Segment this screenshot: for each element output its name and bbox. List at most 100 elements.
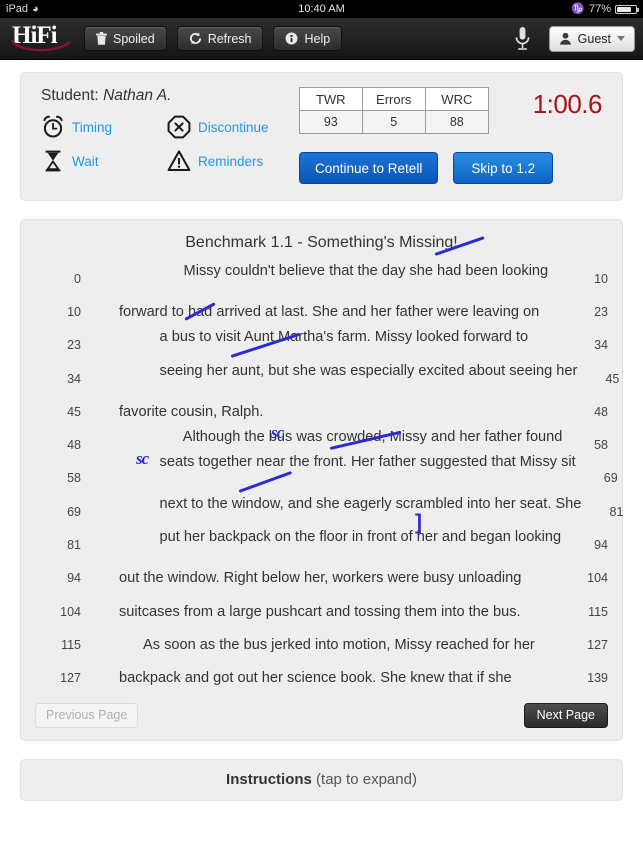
hifi-logo: HiFi bbox=[10, 22, 71, 56]
passage-line[interactable]: 115 As soon as the bus jerked into motio… bbox=[35, 628, 608, 661]
line-start-count: 23 bbox=[67, 338, 81, 353]
student-label: Student: bbox=[41, 87, 99, 104]
instructions-title: Instructions bbox=[226, 771, 312, 789]
reminders-label: Reminders bbox=[198, 153, 264, 169]
timer-display: 1:00.6 bbox=[532, 89, 603, 119]
line-end-count: 139 bbox=[587, 671, 608, 686]
line-start-count: 34 bbox=[67, 371, 81, 386]
main-content: Student: Nathan A. Timing Discontinue Wa… bbox=[0, 60, 643, 801]
line-end-count: 10 bbox=[594, 271, 608, 286]
status-clock: 10:40 AM bbox=[298, 3, 345, 15]
score-header-row: TWR Errors WRC bbox=[299, 87, 489, 111]
status-right: ♑ 77% bbox=[571, 2, 639, 15]
hourglass-icon bbox=[45, 150, 61, 172]
self-correct-mark: sc bbox=[136, 449, 149, 469]
next-page-button[interactable]: Next Page bbox=[523, 702, 608, 728]
line-start-count: 0 bbox=[74, 271, 81, 286]
passage-line[interactable]: 81 put her backpack on the floor in fron… bbox=[35, 511, 608, 561]
wait-action[interactable]: Wait bbox=[41, 149, 167, 173]
timing-action[interactable]: Timing bbox=[41, 115, 167, 139]
passage-line[interactable]: 127 backpack and got out her science boo… bbox=[35, 662, 608, 695]
session-panel: Student: Nathan A. Timing Discontinue Wa… bbox=[20, 72, 623, 201]
line-end-count: 127 bbox=[587, 637, 608, 652]
logo-swoosh-icon bbox=[10, 38, 71, 51]
line-start-count: 45 bbox=[67, 404, 81, 419]
line-start-count: 81 bbox=[67, 538, 81, 553]
line-start-count: 58 bbox=[67, 471, 81, 486]
score-header-errors: Errors bbox=[361, 87, 426, 111]
score-header-twr: TWR bbox=[299, 87, 363, 111]
battery-icon bbox=[615, 4, 639, 14]
session-right-column: TWR Errors WRC 93 5 88 1:00.6 Continue t… bbox=[293, 87, 603, 184]
passage-panel: Benchmark 1.1 - Something's Missing! 0 M… bbox=[20, 219, 623, 741]
student-line: Student: Nathan A. bbox=[41, 87, 293, 105]
app-navbar: HiFi Spoiled Refresh Help Guest bbox=[0, 18, 643, 60]
chevron-down-icon bbox=[617, 36, 625, 41]
line-end-count: 94 bbox=[594, 538, 608, 553]
score-value-errors: 5 bbox=[361, 110, 426, 134]
line-end-count: 48 bbox=[594, 404, 608, 419]
wait-label: Wait bbox=[72, 153, 99, 169]
line-start-count: 115 bbox=[61, 637, 81, 652]
trash-icon bbox=[96, 32, 107, 45]
student-name: Nathan A. bbox=[103, 87, 172, 104]
user-label: Guest bbox=[577, 31, 611, 46]
line-start-count: 104 bbox=[60, 604, 81, 619]
discontinue-action[interactable]: Discontinue bbox=[167, 115, 293, 139]
line-text: out the window. Right below her, workers… bbox=[119, 570, 522, 587]
line-start-count: 69 bbox=[67, 504, 81, 519]
line-start-count: 10 bbox=[67, 304, 81, 319]
line-text: suitcases from a large pushcart and toss… bbox=[119, 603, 521, 620]
refresh-label: Refresh bbox=[207, 31, 252, 46]
refresh-button[interactable]: Refresh bbox=[176, 26, 264, 51]
warning-triangle-icon bbox=[167, 150, 191, 171]
instructions-panel[interactable]: Instructions (tap to expand) bbox=[20, 758, 623, 801]
line-end-count: 45 bbox=[605, 371, 620, 386]
ios-status-bar: iPad ◕ 10:40 AM ♑ 77% bbox=[0, 0, 643, 18]
user-menu-button[interactable]: Guest bbox=[548, 25, 635, 52]
pager: Previous Page Next Page bbox=[35, 702, 608, 728]
previous-page-button[interactable]: Previous Page bbox=[35, 702, 139, 728]
discontinue-label: Discontinue bbox=[198, 119, 269, 135]
help-label: Help bbox=[304, 31, 331, 46]
passage-line[interactable]: 104 suitcases from a large pushcart and … bbox=[35, 595, 608, 628]
continue-to-retell-button[interactable]: Continue to Retell bbox=[299, 152, 439, 184]
passage-line[interactable]: 0 Missy couldn't believe that the day sh… bbox=[35, 235, 608, 295]
passage-line[interactable]: 34 seeing her aunt, but she was especial… bbox=[35, 332, 619, 395]
help-button[interactable]: Help bbox=[273, 26, 343, 51]
line-start-count: 127 bbox=[60, 671, 81, 686]
battery-percent: 77% bbox=[588, 3, 611, 15]
line-end-count: 81 bbox=[609, 504, 624, 519]
reminders-action[interactable]: Reminders bbox=[167, 149, 293, 173]
score-row: TWR Errors WRC 93 5 88 1:00.6 bbox=[293, 87, 603, 134]
microphone-icon bbox=[515, 26, 530, 50]
alarm-clock-icon bbox=[43, 115, 63, 138]
spoiled-button[interactable]: Spoiled bbox=[84, 26, 167, 51]
microphone-button[interactable] bbox=[506, 26, 539, 52]
line-text: backpack and got out her science book. S… bbox=[119, 670, 512, 687]
line-end-count: 23 bbox=[594, 304, 608, 319]
bluetooth-icon: ♑ bbox=[571, 2, 585, 15]
score-value-row: 93 5 88 bbox=[299, 110, 489, 134]
line-start-count: 94 bbox=[67, 571, 81, 586]
spoiled-label: Spoiled bbox=[113, 31, 155, 46]
line-end-count: 115 bbox=[588, 604, 608, 619]
score-value-twr: 93 bbox=[299, 110, 363, 134]
person-icon bbox=[559, 32, 571, 45]
help-circle-icon bbox=[286, 32, 298, 45]
skip-button[interactable]: Skip to 1.2 bbox=[453, 152, 554, 184]
line-end-count: 104 bbox=[587, 571, 608, 586]
score-header-wrc: WRC bbox=[424, 87, 489, 111]
session-left-column: Student: Nathan A. Timing Discontinue Wa… bbox=[41, 87, 293, 184]
line-end-count: 69 bbox=[603, 471, 618, 486]
instructions-hint: (tap to expand) bbox=[316, 771, 417, 789]
line-text: As soon as the bus jerked into motion, M… bbox=[143, 636, 535, 653]
timing-label: Timing bbox=[72, 119, 113, 135]
passage-lines: 0 Missy couldn't believe that the day sh… bbox=[35, 235, 623, 695]
line-start-count: 48 bbox=[67, 438, 81, 453]
refresh-icon bbox=[189, 32, 201, 45]
score-value-wrc: 88 bbox=[424, 110, 489, 134]
passage-line[interactable]: 94 out the window. Right below her, work… bbox=[35, 562, 608, 595]
session-actions: Timing Discontinue Wait Reminders bbox=[41, 115, 293, 173]
score-table: TWR Errors WRC 93 5 88 bbox=[299, 87, 489, 134]
